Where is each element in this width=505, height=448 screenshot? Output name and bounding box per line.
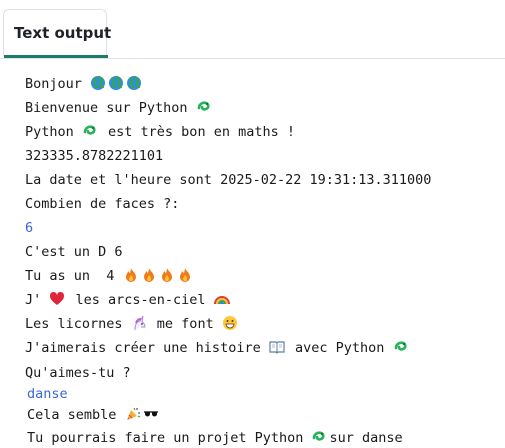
python-icon: [393, 339, 409, 355]
globe-icon: [108, 75, 124, 91]
line-text: J': [25, 292, 50, 308]
tab-text-output[interactable]: Text output: [3, 9, 111, 58]
line-text: Tu pourrais faire un projet Python: [27, 430, 312, 446]
fire-icon: [141, 267, 157, 283]
line-text: Python: [25, 124, 82, 140]
line-text: Qu'aimes-tu ?: [25, 365, 131, 381]
output-line: Les licornes me font: [25, 314, 240, 334]
rainbow-icon: [213, 291, 230, 307]
line-text: 323335.8782221101: [25, 148, 164, 164]
fire-icon: [123, 267, 139, 283]
line-text: Bienvenue sur Python: [25, 100, 196, 116]
line-text-after: est très bon en maths !: [99, 124, 295, 140]
book-icon: [269, 339, 285, 355]
user-input-line: 6: [25, 218, 33, 238]
output-line: La date et l'heure sont 2025-02-22 19:31…: [25, 170, 431, 190]
output-line: Tu as un 4: [25, 266, 195, 286]
python-icon: [311, 429, 327, 445]
sunglasses-icon: [143, 406, 159, 422]
output-line: J'aimerais créer une histoire avec Pytho…: [25, 338, 411, 358]
unicorn-icon: [131, 315, 147, 331]
line-text: Cela semble: [27, 407, 125, 423]
line-text: J'aimerais créer une histoire: [25, 340, 269, 356]
line-text-after: les arcs-en-ciel: [67, 292, 214, 308]
fire-icon: [177, 267, 193, 283]
line-text: C'est un D 6: [25, 244, 123, 260]
grin-icon: [222, 315, 238, 331]
output-line: Bonjour: [25, 74, 144, 94]
line-text: 6: [25, 220, 34, 236]
line-text: Bonjour: [25, 76, 91, 92]
console-output: Bonjour Bienvenue sur Python Python est …: [0, 59, 505, 446]
text-output-panel: Text output Bonjour Bienvenue sur Python…: [0, 8, 505, 446]
output-line: Tu pourrais faire un projet Python sur d…: [27, 428, 403, 448]
line-text: Les licornes: [25, 316, 131, 332]
line-text: danse: [27, 386, 68, 402]
line-text-after: me font: [148, 316, 222, 332]
user-input-line: danse: [27, 384, 68, 404]
party-icon: [125, 406, 141, 422]
active-tab-indicator: [4, 55, 108, 58]
output-line: 323335.8782221101: [25, 146, 163, 166]
line-text-after: avec Python: [286, 340, 393, 356]
tab-label: Text output: [14, 24, 112, 42]
line-text: Combien de faces ?:: [25, 196, 180, 212]
output-line: Bienvenue sur Python: [25, 98, 214, 118]
output-line: Python est très bon en maths !: [25, 122, 295, 142]
line-text: Tu as un 4: [25, 268, 123, 284]
tab-bar: Text output: [0, 8, 505, 59]
heart-icon: [49, 291, 65, 307]
output-line: C'est un D 6: [25, 242, 123, 262]
output-line: Combien de faces ?:: [25, 194, 179, 214]
globe-icon: [90, 75, 106, 91]
output-line: J' les arcs-en-ciel: [25, 290, 232, 310]
globe-icon: [126, 75, 142, 91]
line-text-after: sur danse: [329, 430, 403, 446]
python-icon: [82, 123, 98, 139]
output-line: Cela semble: [27, 405, 161, 425]
line-text: La date et l'heure sont 2025-02-22 19:31…: [25, 172, 432, 188]
fire-icon: [159, 267, 175, 283]
output-line: Qu'aimes-tu ?: [25, 363, 131, 383]
python-icon: [196, 99, 212, 115]
